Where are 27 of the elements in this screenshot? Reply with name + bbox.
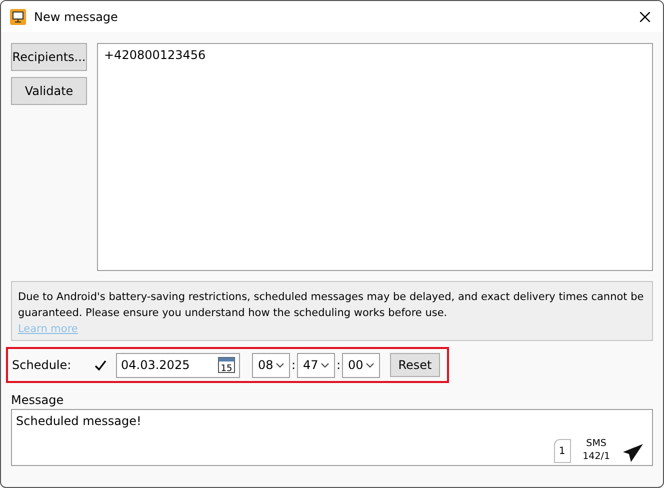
message-label: Message [11,393,65,407]
message-field[interactable]: Scheduled message! 1 SMS 142/1 [11,409,653,466]
page-count: 1 [554,439,571,463]
time-dropdown[interactable]: 00 [342,352,380,378]
window-title: New message [34,10,119,24]
send-icon[interactable] [622,443,644,463]
chevron-icon [276,362,284,368]
reset-button[interactable]: Reset [390,353,440,377]
time-dropdown[interactable]: 47 [297,352,335,378]
chevron-icon [366,362,374,368]
time-dropdown[interactable]: 08 [252,352,290,378]
validate-button[interactable]: Validate [11,77,87,105]
app-icon [10,8,26,24]
time-separator: : [290,358,297,372]
schedule-checkbox[interactable] [94,358,107,372]
chevron-icon [321,362,329,368]
close-icon [640,12,650,22]
recipients-field[interactable]: +420800123456 [97,43,653,271]
message-text: Scheduled message! [16,414,142,428]
sms-counter: SMS 142/1 [582,437,610,463]
time-separator: : [335,358,342,372]
recipients-button[interactable]: Recipients... [11,43,87,71]
calendar-icon: 15 [218,357,235,373]
date-field[interactable]: 04.03.2025 15 [116,352,240,378]
notice-text: Due to Android's battery-saving restrictions, scheduled messages may be delayed, and exact delivery times cannot be guaranteed. Please ensure you understand how the scheduling works before use. [18,291,644,319]
schedule-label: Schedule: [12,358,72,372]
date-value: 04.03.2025 [121,358,190,372]
